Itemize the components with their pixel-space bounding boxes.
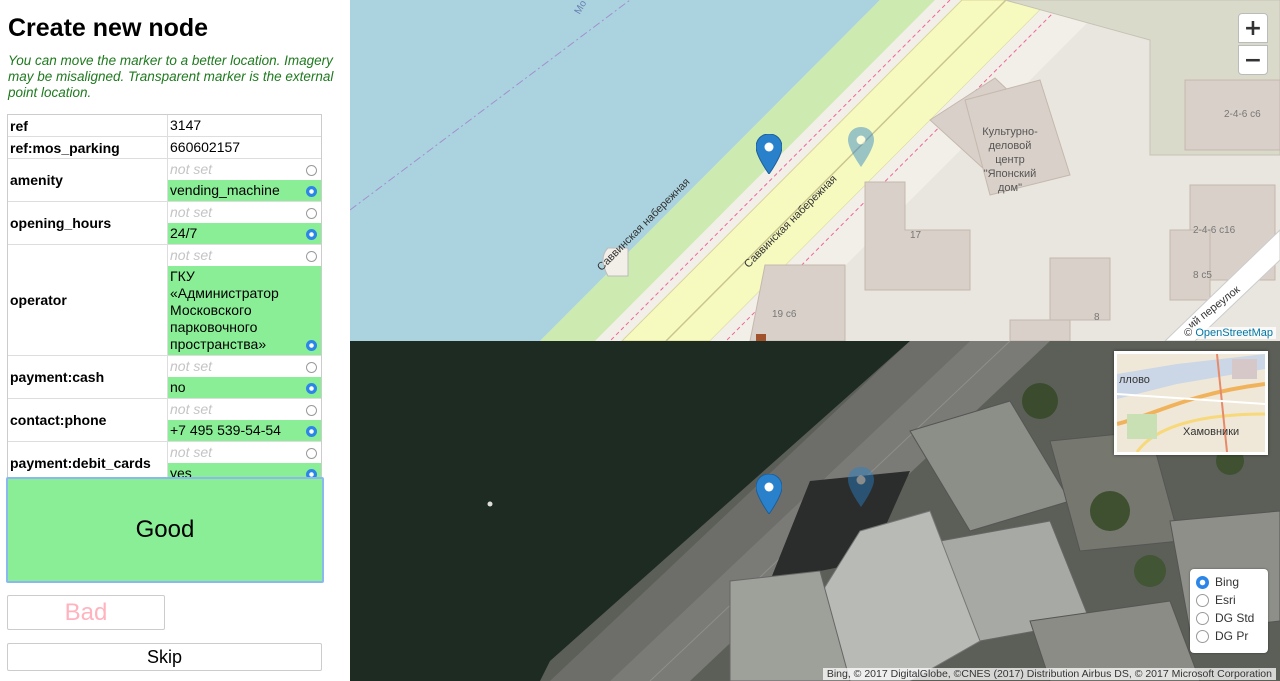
option-label: not set	[170, 401, 213, 417]
layer-label: Esri	[1215, 593, 1236, 607]
tag-key: ref:mos_parking	[8, 137, 168, 158]
panel-title: Create new node	[8, 14, 209, 42]
tag-row-payment-cash: payment:cash not set no	[8, 356, 321, 399]
osm-attribution: © OpenStreetMap	[1181, 327, 1276, 339]
option-value[interactable]: vending_machine	[168, 180, 321, 201]
osm-map-canvas	[350, 0, 1280, 341]
radio-button[interactable]	[306, 165, 317, 176]
tag-value: 660602157	[170, 139, 241, 155]
hint-text: You can move the marker to a better loca…	[8, 53, 334, 100]
attribution-prefix: ©	[1184, 327, 1196, 339]
layer-label: Bing	[1215, 575, 1240, 589]
option-not-set[interactable]: not set	[168, 399, 321, 420]
editor-panel: Create new node You can move the marker …	[0, 0, 350, 681]
option-label: not set	[170, 247, 213, 263]
tag-row-operator: operator not set ГКУ «Администратор Моск…	[8, 245, 321, 356]
option-label: no	[170, 379, 186, 395]
tag-key: ref	[8, 115, 168, 136]
tag-key: amenity	[8, 159, 168, 201]
tag-row-amenity: amenity not set vending_machine	[8, 159, 321, 202]
building-label-japan-house: Культурно- деловой центр "Японский дом"	[982, 126, 1038, 194]
option-not-set[interactable]: not set	[168, 159, 321, 180]
radio-button[interactable]	[1196, 593, 1209, 607]
radio-button[interactable]	[1196, 611, 1209, 625]
node-marker[interactable]	[756, 134, 782, 174]
external-point-marker-satellite	[848, 467, 874, 507]
layer-option-dg-std[interactable]: DG Std	[1196, 609, 1262, 627]
tag-key: contact:phone	[8, 399, 168, 441]
radio-button[interactable]	[306, 251, 317, 262]
layer-option-dg-pr[interactable]: DG Pr	[1196, 627, 1262, 645]
option-label: not set	[170, 358, 213, 374]
house-number-8c5: 8 с5	[1193, 270, 1212, 281]
tag-row-contact-phone: contact:phone not set +7 495 539-54-54	[8, 399, 321, 442]
layer-label: DG Pr	[1215, 629, 1249, 643]
zoom-in-button[interactable]: +	[1238, 13, 1268, 43]
tag-value: 3147	[170, 117, 202, 133]
radio-button[interactable]	[306, 362, 317, 373]
house-number-246c6: 2-4-6 с6	[1224, 109, 1261, 120]
radio-button-selected[interactable]	[306, 229, 317, 240]
house-number-19c6: 19 с6	[772, 309, 797, 320]
option-label: not set	[170, 204, 213, 220]
house-number-8: 8	[1094, 312, 1100, 323]
radio-button-selected[interactable]	[306, 340, 317, 351]
option-label: not set	[170, 161, 213, 177]
option-label: not set	[170, 444, 213, 460]
option-label: ГКУ «Администратор Московского парковочн…	[170, 268, 279, 352]
option-not-set[interactable]: not set	[168, 245, 321, 266]
tag-row-ref-mos-parking: ref:mos_parking 660602157	[8, 137, 321, 159]
layer-option-bing[interactable]: Bing	[1196, 573, 1262, 591]
tag-table: ref 3147 ref:mos_parking 660602157 ameni…	[7, 114, 322, 507]
radio-button[interactable]	[306, 405, 317, 416]
good-button[interactable]: Good	[6, 477, 324, 583]
tag-key: operator	[8, 245, 168, 355]
radio-button[interactable]	[306, 208, 317, 219]
option-value[interactable]: +7 495 539-54-54	[168, 420, 321, 441]
zoom-out-button[interactable]: −	[1238, 45, 1268, 75]
radio-button-selected[interactable]	[306, 426, 317, 437]
option-label: +7 495 539-54-54	[170, 422, 281, 438]
option-not-set[interactable]: not set	[168, 442, 321, 463]
radio-button[interactable]	[306, 448, 317, 459]
option-label: vending_machine	[170, 182, 280, 198]
tag-row-ref: ref 3147	[8, 115, 321, 137]
minimap-label-edge: ллово	[1119, 374, 1150, 386]
node-marker-satellite[interactable]	[756, 474, 782, 514]
radio-button-selected[interactable]	[306, 186, 317, 197]
option-not-set[interactable]: not set	[168, 202, 321, 223]
house-number-17: 17	[910, 230, 922, 241]
bad-button[interactable]: Bad	[7, 595, 165, 630]
option-value[interactable]: no	[168, 377, 321, 398]
option-value[interactable]: 24/7	[168, 223, 321, 244]
option-value[interactable]: ГКУ «Администратор Московского парковочн…	[168, 266, 321, 355]
osm-map[interactable]: Культурно- деловой центр "Японский дом" …	[350, 0, 1280, 341]
option-not-set[interactable]: not set	[168, 356, 321, 377]
radio-button-selected[interactable]	[1196, 575, 1209, 589]
layer-option-esri[interactable]: Esri	[1196, 591, 1262, 609]
tag-key: opening_hours	[8, 202, 168, 244]
tag-key: payment:cash	[8, 356, 168, 398]
layer-label: DG Std	[1215, 611, 1255, 625]
external-point-marker	[848, 127, 874, 167]
osm-link[interactable]: OpenStreetMap	[1195, 327, 1273, 339]
imagery-attribution: Bing, © 2017 DigitalGlobe, ©CNES (2017) …	[822, 668, 1276, 680]
radio-button-selected[interactable]	[306, 383, 317, 394]
skip-button[interactable]: Skip	[7, 643, 322, 671]
satellite-map[interactable]: Хамовники ллово Bing Esri DG Std DG Pr B…	[350, 341, 1280, 681]
minimap-label-district: Хамовники	[1183, 426, 1240, 438]
option-label: 24/7	[170, 225, 198, 241]
overview-minimap[interactable]: Хамовники ллово	[1114, 351, 1268, 455]
radio-button[interactable]	[1196, 629, 1209, 643]
imagery-layer-switcher: Bing Esri DG Std DG Pr	[1190, 569, 1268, 653]
house-number-246c16: 2-4-6 с16	[1193, 225, 1236, 236]
tag-row-opening-hours: opening_hours not set 24/7	[8, 202, 321, 245]
